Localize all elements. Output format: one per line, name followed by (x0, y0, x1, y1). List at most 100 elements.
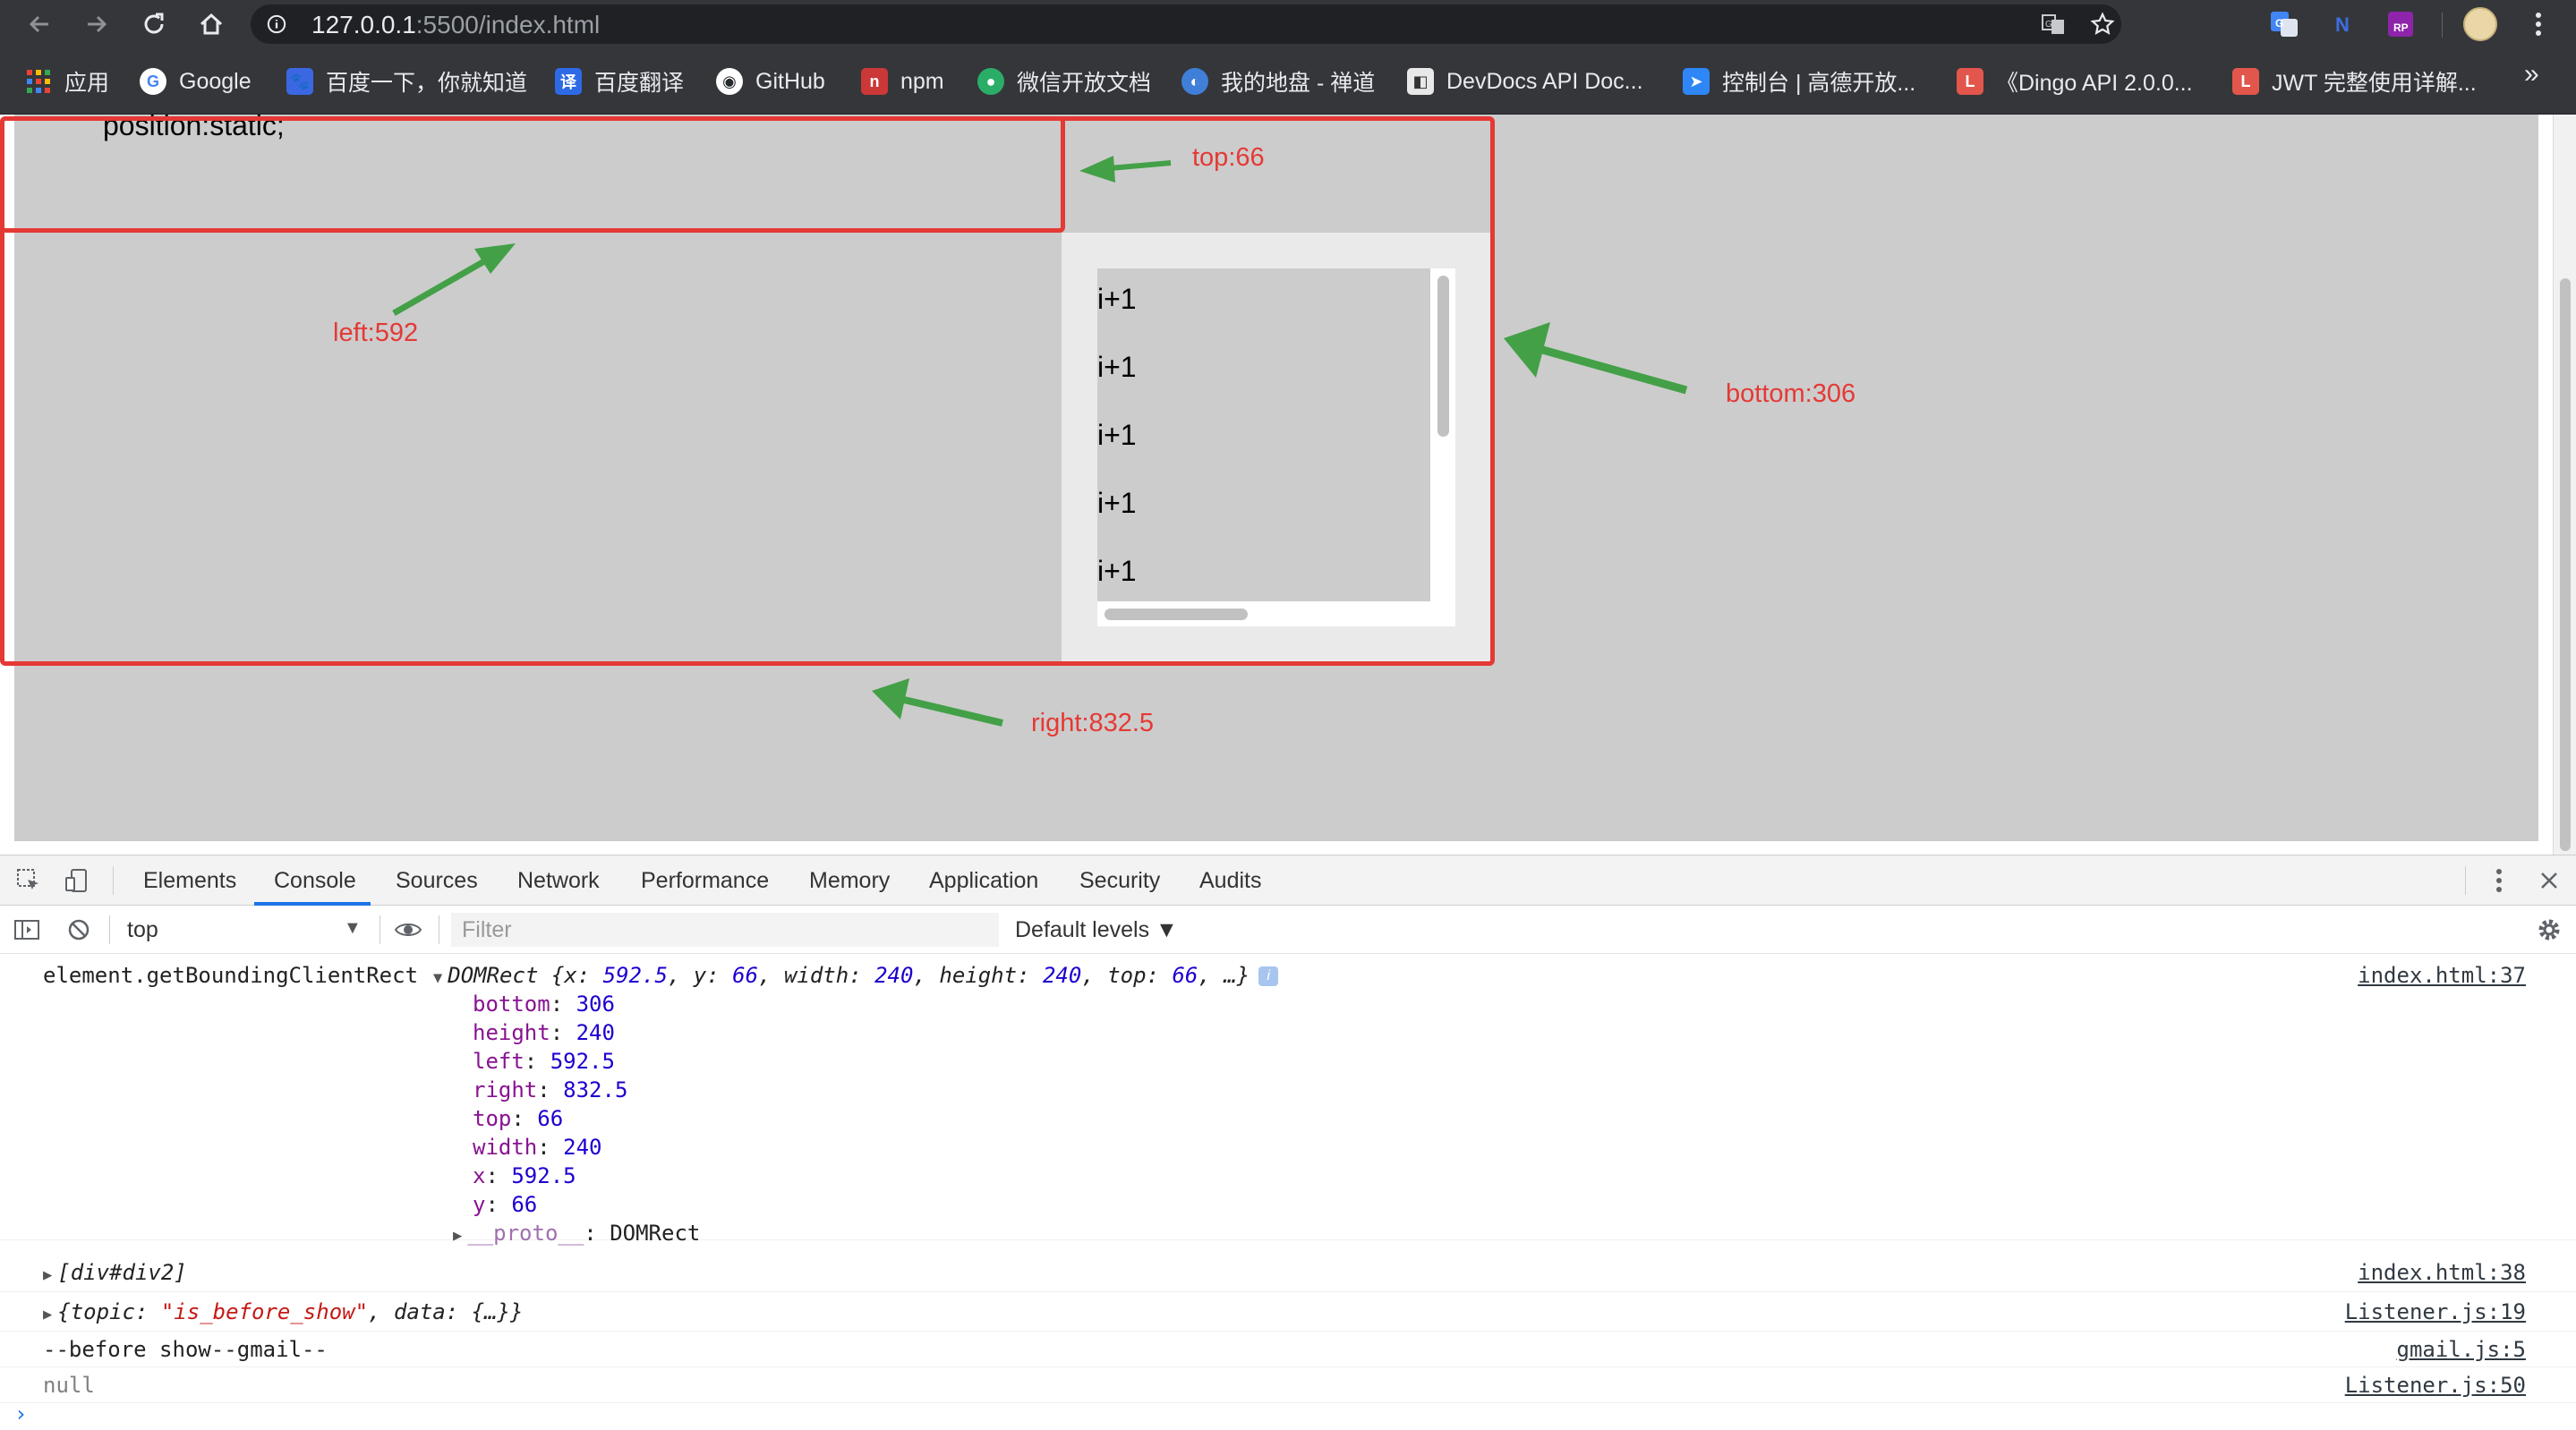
prop-row: x: 592.5 (473, 1163, 576, 1188)
back-icon[interactable] (21, 6, 57, 42)
proto-row[interactable]: ▶ __proto__: DOMRect (453, 1221, 700, 1246)
show-sidebar-icon[interactable] (11, 914, 43, 946)
log-text: --before show--gmail-- (43, 1337, 328, 1362)
bookmark-label: 《Dingo API 2.0.0... (1996, 71, 2193, 96)
log-label: element.getBoundingClientRect (43, 963, 419, 988)
bookmark-jwt[interactable]: L JWT 完整使用详解... (2232, 64, 2477, 99)
toolbar-divider (109, 915, 110, 944)
tab-sources[interactable]: Sources (396, 855, 478, 906)
prop-row: height: 240 (473, 1020, 615, 1045)
home-icon[interactable] (193, 6, 229, 42)
prop-row: left: 592.5 (473, 1049, 615, 1074)
domrect-summary[interactable]: ▼ DOMRect {x: 592.5, y: 66, width: 240, h… (433, 963, 1279, 988)
bookmark-apps[interactable]: 应用 (25, 64, 109, 99)
page-scrollbar[interactable] (2553, 115, 2576, 855)
expand-caret-icon[interactable]: ▶ (43, 1266, 52, 1284)
source-link[interactable]: Listener.js:19 (2345, 1299, 2526, 1324)
annotation-bottom: bottom:306 (1726, 379, 1856, 408)
expand-caret-icon[interactable]: ▶ (453, 1227, 462, 1245)
bookmark-baidu-translate[interactable]: 译 百度翻译 (555, 64, 684, 99)
close-devtools-icon[interactable] (2533, 864, 2565, 897)
bookmark-wechat-docs[interactable]: ● 微信开放文档 (977, 64, 1151, 99)
console-message-div: ▶ [div#div2] index.html:38 (0, 1253, 2576, 1292)
tab-divider (113, 866, 114, 895)
null-value: null (43, 1373, 95, 1398)
console-output: element.getBoundingClientRect ▼ DOMRect {… (0, 954, 2576, 1430)
amap-icon: ➤ (1683, 68, 1710, 95)
google-translate-ext-icon[interactable]: G (2268, 8, 2300, 40)
tab-performance[interactable]: Performance (641, 855, 769, 906)
context-selector[interactable]: top (127, 917, 158, 943)
address-bar[interactable]: 127.0.0.1:5500/index.html G (251, 4, 2121, 44)
site-info-icon[interactable] (267, 14, 286, 34)
bookmark-label: 微信开放文档 (1017, 71, 1152, 96)
source-link[interactable]: index.html:37 (2358, 963, 2526, 988)
prop-row: right: 832.5 (473, 1077, 628, 1102)
devtools-tab-bar: Elements Console Sources Network Perform… (0, 855, 2576, 906)
tab-console[interactable]: Console (274, 855, 356, 906)
context-dropdown-icon[interactable]: ▼ (344, 918, 362, 939)
expand-caret-icon[interactable]: ▶ (43, 1306, 52, 1324)
baidu-translate-icon: 译 (555, 68, 582, 95)
live-expression-eye-icon[interactable] (392, 914, 424, 946)
prop-row: top: 66 (473, 1106, 564, 1131)
forward-icon[interactable] (79, 6, 115, 42)
translate-icon[interactable]: G (2041, 12, 2066, 37)
devtools-panel: Elements Console Sources Network Perform… (0, 855, 2576, 1430)
bookmark-baidu[interactable]: 🐾 百度一下，你就知道 (286, 64, 527, 99)
wechat-icon: ● (977, 68, 1004, 95)
console-message-topic: ▶ {topic: "is_before_show", data: {…}} Li… (0, 1292, 2576, 1332)
browser-menu-icon[interactable] (2528, 8, 2549, 40)
source-link[interactable]: Listener.js:50 (2345, 1373, 2526, 1398)
bookmark-label: npm (900, 68, 944, 94)
prop-row: width: 240 (473, 1135, 602, 1160)
bookmark-dingo-api[interactable]: L 《Dingo API 2.0.0... (1957, 64, 2193, 99)
ext-n-icon[interactable]: N (2327, 8, 2359, 40)
bookmarks-overflow-button[interactable]: » (2524, 59, 2539, 89)
svg-text:G: G (2275, 17, 2283, 30)
console-prompt[interactable]: › (14, 1401, 27, 1426)
npm-icon: n (861, 68, 888, 95)
tab-application[interactable]: Application (929, 855, 1038, 906)
div-array[interactable]: ▶ [div#div2] (43, 1260, 187, 1285)
profile-avatar[interactable] (2463, 7, 2497, 41)
axure-rp-ext-icon[interactable]: RP (2384, 8, 2417, 40)
bookmark-npm[interactable]: n npm (861, 64, 944, 99)
tab-security[interactable]: Security (1079, 855, 1160, 906)
bookmark-github[interactable]: ◉ GitHub (716, 64, 825, 99)
devtools-menu-icon[interactable] (2483, 864, 2515, 897)
inspect-element-icon[interactable] (13, 864, 45, 897)
page-scrollbar-thumb[interactable] (2560, 278, 2571, 851)
log-levels-dropdown[interactable]: Default levels ▼ (1015, 917, 1178, 943)
device-toolbar-icon[interactable] (61, 864, 93, 897)
tab-network[interactable]: Network (517, 855, 600, 906)
bookmark-label: 百度一下，你就知道 (326, 71, 528, 96)
source-link[interactable]: index.html:38 (2358, 1260, 2526, 1285)
info-icon[interactable]: i (1258, 966, 1279, 986)
bookmark-devdocs[interactable]: ◧ DevDocs API Doc... (1407, 64, 1643, 99)
bookmark-label: 百度翻译 (594, 71, 685, 96)
tab-audits[interactable]: Audits (1199, 855, 1261, 906)
bookmark-amap[interactable]: ➤ 控制台 | 高德开放... (1683, 64, 1915, 99)
expand-caret-icon[interactable]: ▼ (433, 969, 442, 987)
svg-text:RP: RP (2393, 21, 2409, 34)
console-settings-gear-icon[interactable] (2533, 914, 2565, 946)
devdocs-icon: ◧ (1407, 68, 1434, 95)
bookmark-star-icon[interactable] (2090, 12, 2115, 37)
reload-icon[interactable] (136, 6, 172, 42)
browser-toolbar: 127.0.0.1:5500/index.html G G N RP (0, 0, 2576, 48)
bookmark-label: 应用 (64, 71, 110, 96)
source-link[interactable]: gmail.js:5 (2397, 1337, 2527, 1362)
topic-object[interactable]: ▶ {topic: "is_before_show", data: {…}} (43, 1299, 523, 1324)
bookmark-label: 控制台 | 高德开放... (1722, 71, 1916, 96)
tab-elements[interactable]: Elements (143, 855, 236, 906)
console-toolbar: top ▼ Default levels ▼ (0, 906, 2576, 954)
bookmark-label: 我的地盘 - 禅道 (1221, 71, 1376, 96)
annotation-left: left:592 (333, 319, 419, 347)
annotation-right: right:832.5 (1031, 709, 1155, 737)
tab-memory[interactable]: Memory (809, 855, 890, 906)
bookmark-zentao[interactable]: ◐ 我的地盘 - 禅道 (1181, 64, 1375, 99)
bookmark-google[interactable]: G Google (140, 64, 252, 99)
console-filter-input[interactable] (451, 913, 999, 947)
clear-console-icon[interactable] (63, 914, 95, 946)
